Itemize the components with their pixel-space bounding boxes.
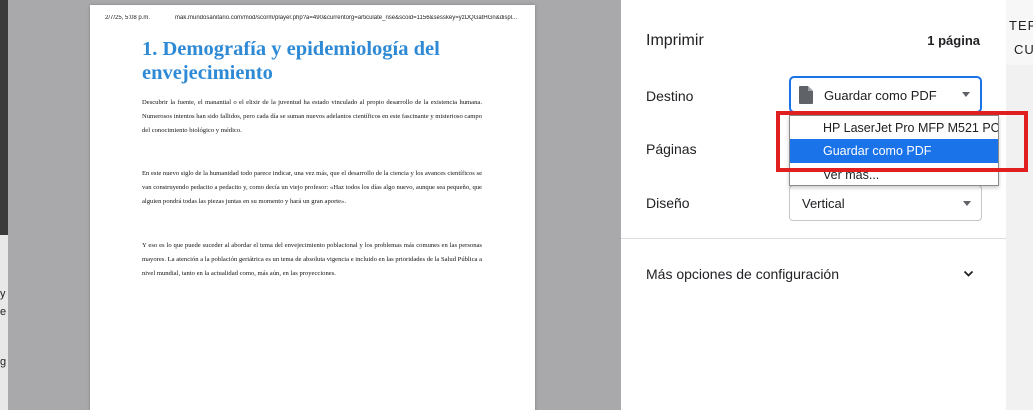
print-settings-panel: Imprimir 1 página Destino Guardar como P…: [621, 0, 1006, 410]
pages-label: Páginas: [646, 141, 697, 157]
background-text-fragment: CU: [1014, 42, 1033, 57]
chevron-down-icon: [963, 201, 971, 206]
destination-value: Guardar como PDF: [824, 88, 937, 103]
print-preview-area: y e g 2/7/25, 5:08 p.m. mak.mundosanitar…: [0, 0, 621, 410]
document-paragraph: En este nuevo siglo de la humanidad todo…: [142, 170, 482, 205]
background-text-fragment: e: [0, 306, 7, 318]
layout-label: Diseño: [646, 195, 690, 211]
page-header-date: 2/7/25, 5:08 p.m.: [105, 15, 151, 21]
background-text-fragment: y: [0, 288, 6, 300]
background-window-right-edge: TERN CU: [1006, 0, 1033, 410]
layout-select[interactable]: Vertical: [789, 185, 982, 221]
destination-select[interactable]: Guardar como PDF: [789, 76, 982, 113]
background-text-fragment: TERN: [1009, 18, 1033, 33]
page-header: 2/7/25, 5:08 p.m. mak.mundosanitario.com…: [105, 15, 525, 21]
panel-title: Imprimir: [646, 32, 704, 49]
document-title: 1. Demografía y epidemiología del enveje…: [142, 38, 440, 84]
chevron-down-icon: [963, 270, 974, 277]
background-text-fragment: g: [0, 356, 7, 368]
preview-page: 2/7/25, 5:08 p.m. mak.mundosanitario.com…: [90, 5, 535, 410]
document-paragraph: Descubrir la fuente, el manantial o el e…: [142, 99, 482, 134]
annotation-highlight-box: [776, 111, 1028, 172]
sheet-count: 1 página: [927, 33, 980, 48]
background-window-left-edge: y e g: [0, 0, 8, 410]
more-settings-toggle[interactable]: Más opciones de configuración: [621, 254, 1006, 296]
layout-value: Vertical: [802, 196, 845, 211]
destination-label: Destino: [646, 88, 694, 104]
divider: [621, 238, 1006, 239]
more-settings-label: Más opciones de configuración: [646, 266, 840, 282]
file-icon: [799, 86, 813, 104]
page-header-url: mak.mundosanitario.com/mod/scorm/player.…: [175, 15, 518, 21]
chevron-down-icon: [962, 92, 970, 97]
document-paragraph: Y eso es lo que puede suceder al abordar…: [142, 242, 483, 277]
